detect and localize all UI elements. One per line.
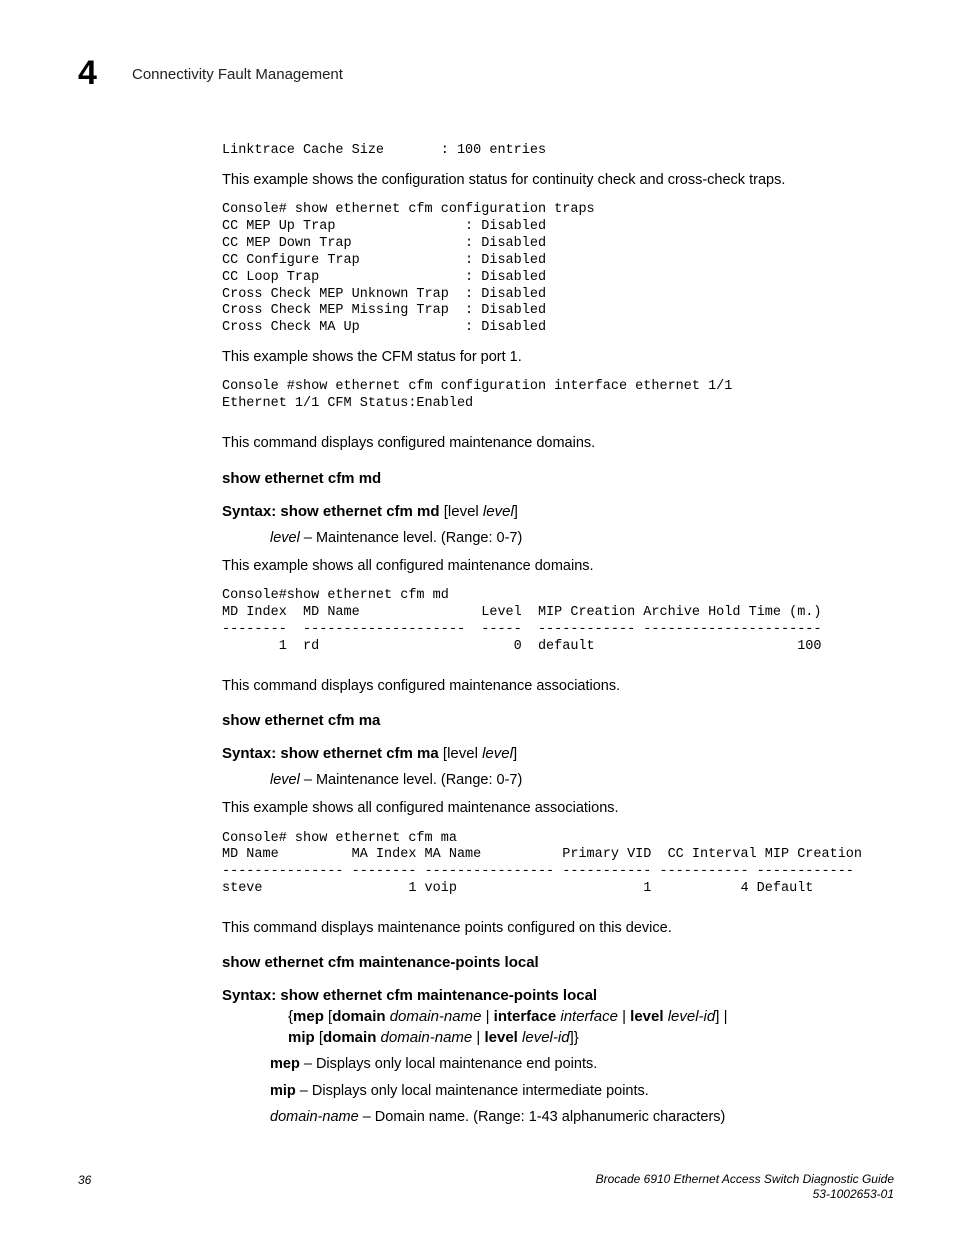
- syntax-label-ma: Syntax:: [222, 745, 280, 762]
- syntax-mp-domainname1: domain-name: [390, 1008, 482, 1025]
- para-traps: This example shows the configuration sta…: [222, 170, 872, 190]
- syntax-mp-levelid1: level-id: [668, 1008, 716, 1025]
- param-domain: domain-name – Domain name. (Range: 1-43 …: [270, 1107, 872, 1127]
- param-domain-italic: domain-name: [270, 1109, 359, 1125]
- param-domain-desc: – Domain name. (Range: 1-43 alphanumeric…: [359, 1109, 726, 1125]
- cmd-ma-heading: show ethernet cfm ma: [222, 710, 872, 731]
- footer: 36 Brocade 6910 Ethernet Access Switch D…: [78, 1172, 894, 1203]
- port1-output: Console #show ethernet cfm configuration…: [222, 379, 872, 413]
- param-mep: mep – Displays only local maintenance en…: [270, 1054, 872, 1074]
- syntax-mp-interfaceital: interface: [560, 1008, 618, 1025]
- level-italic-ma: level: [270, 772, 300, 788]
- para-port1: This example shows the CFM status for po…: [222, 347, 872, 367]
- syntax-md-close: ]: [514, 503, 518, 520]
- param-mip-desc: – Displays only local maintenance interm…: [296, 1083, 649, 1099]
- syntax-mp-domain2: domain: [323, 1029, 376, 1046]
- traps-output: Console# show ethernet cfm configuration…: [222, 202, 872, 337]
- syntax-label-mp: Syntax:: [222, 987, 280, 1004]
- level-param-md: level – Maintenance level. (Range: 0-7): [270, 528, 872, 548]
- cmd-md-heading: show ethernet cfm md: [222, 468, 872, 489]
- para-example-md: This example shows all configured mainte…: [222, 556, 872, 576]
- syntax-md-cmd: show ethernet cfm md: [280, 503, 439, 520]
- md-output: Console#show ethernet cfm md MD Index MD…: [222, 588, 872, 656]
- syntax-label: Syntax:: [222, 503, 280, 520]
- param-mep-bold: mep: [270, 1056, 300, 1072]
- syntax-mp-mip: mip: [288, 1029, 315, 1046]
- para-cmd-ma: This command displays configured mainten…: [222, 676, 872, 696]
- syntax-ma-close: ]: [513, 745, 517, 762]
- para-cmd-mp: This command displays maintenance points…: [222, 918, 872, 938]
- syntax-mp-cmd: show ethernet cfm maintenance-points loc…: [280, 987, 597, 1004]
- syntax-ma-level: level: [482, 745, 513, 762]
- syntax-mp-domain1: domain: [332, 1008, 385, 1025]
- syntax-ma-cmd: show ethernet cfm ma: [280, 745, 438, 762]
- syntax-mp-domainname2: domain-name: [381, 1029, 473, 1046]
- para-cmd-md: This command displays configured mainten…: [222, 433, 872, 453]
- linktrace-output: Linktrace Cache Size : 100 entries: [222, 143, 872, 160]
- footer-doc: Brocade 6910 Ethernet Access Switch Diag…: [596, 1172, 894, 1203]
- syntax-md-level: level: [483, 503, 514, 520]
- page-content: Linktrace Cache Size : 100 entries This …: [222, 135, 872, 1133]
- syntax-ma: Syntax: show ethernet cfm ma [level leve…: [222, 743, 872, 764]
- para-example-ma: This example shows all configured mainte…: [222, 798, 872, 818]
- level-desc-ma: – Maintenance level. (Range: 0-7): [300, 772, 522, 788]
- param-mip: mip – Displays only local maintenance in…: [270, 1081, 872, 1101]
- syntax-mp: Syntax: show ethernet cfm maintenance-po…: [222, 985, 872, 1048]
- syntax-mp-levelid2: level-id: [522, 1029, 570, 1046]
- param-mip-bold: mip: [270, 1083, 296, 1099]
- param-mep-desc: – Displays only local maintenance end po…: [300, 1056, 597, 1072]
- syntax-mp-level2: level: [484, 1029, 517, 1046]
- footer-doc-title: Brocade 6910 Ethernet Access Switch Diag…: [596, 1172, 894, 1186]
- ma-output: Console# show ethernet cfm ma MD Name MA…: [222, 831, 872, 899]
- level-desc: – Maintenance level. (Range: 0-7): [300, 530, 522, 546]
- chapter-number: 4: [78, 50, 97, 98]
- syntax-mp-mep: mep: [293, 1008, 324, 1025]
- syntax-md: Syntax: show ethernet cfm md [level leve…: [222, 501, 872, 522]
- level-italic: level: [270, 530, 300, 546]
- page-number: 36: [78, 1172, 91, 1189]
- syntax-mp-interface: interface: [494, 1008, 557, 1025]
- chapter-title: Connectivity Fault Management: [132, 64, 343, 85]
- level-param-ma: level – Maintenance level. (Range: 0-7): [270, 770, 872, 790]
- footer-doc-id: 53-1002653-01: [813, 1187, 894, 1201]
- syntax-md-open: [level: [440, 503, 483, 520]
- syntax-ma-open: [level: [439, 745, 482, 762]
- syntax-mp-level1: level: [630, 1008, 663, 1025]
- cmd-mp-heading: show ethernet cfm maintenance-points loc…: [222, 952, 872, 973]
